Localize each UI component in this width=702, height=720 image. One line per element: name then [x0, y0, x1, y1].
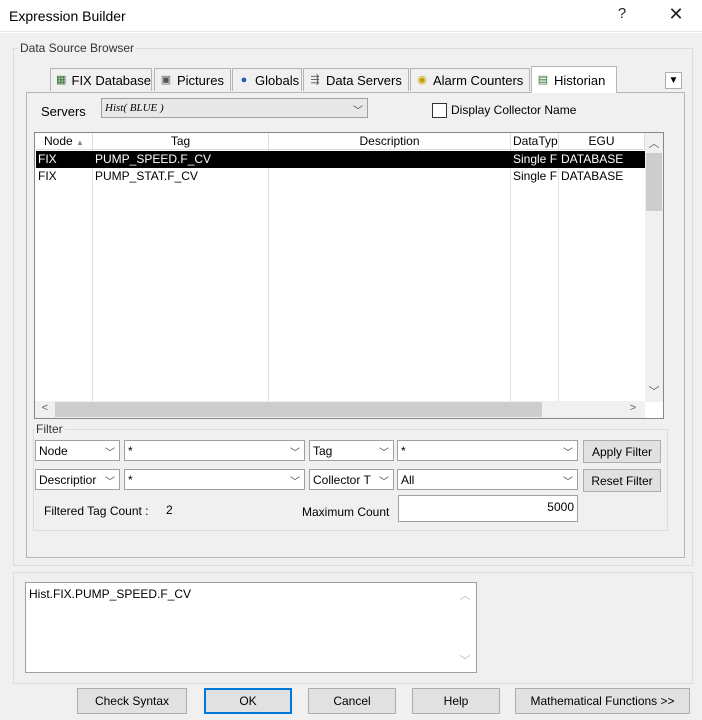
globe-icon: ●: [240, 74, 248, 86]
check-syntax-button[interactable]: Check Syntax: [77, 688, 187, 714]
column-divider: [558, 150, 559, 402]
scroll-down-icon[interactable]: ﹀: [457, 652, 473, 668]
column-header-description[interactable]: Description: [269, 133, 511, 150]
max-count-input[interactable]: 5000: [398, 495, 578, 522]
tab-label: FIX Database: [71, 72, 152, 88]
data-source-browser-label: Data Source Browser: [18, 41, 137, 55]
tab-data-servers[interactable]: ⇶ Data Servers: [303, 68, 409, 91]
tab-historian[interactable]: ▤ Historian: [531, 66, 617, 93]
column-divider: [510, 150, 511, 402]
monitor-icon: ▣: [160, 74, 172, 86]
chevron-down-icon: ﹀: [290, 477, 300, 488]
filtered-count-label: Filtered Tag Count :: [44, 504, 149, 518]
cell-egu: DATABASE: [561, 169, 624, 183]
table-row[interactable]: FIX PUMP_STAT.F_CV Single F DATABASE: [36, 168, 645, 185]
scroll-up-icon[interactable]: ︿: [457, 587, 473, 603]
alarm-counter-icon: ◉: [417, 74, 427, 86]
cell-egu: DATABASE: [561, 152, 624, 166]
filter-field1-value[interactable]: * ﹀: [124, 440, 305, 461]
filter-label: Filter: [34, 422, 65, 436]
max-count-label: Maximum Count: [302, 505, 390, 519]
column-header-node[interactable]: Node ▲: [36, 133, 93, 150]
cell-datatype: Single F: [513, 169, 558, 183]
cell-node: FIX: [38, 152, 57, 166]
tab-label: Alarm Counters: [433, 72, 524, 88]
chevron-down-icon: ﹀: [105, 448, 115, 459]
help-icon[interactable]: ?: [612, 5, 632, 22]
tab-label: Globals: [255, 72, 300, 88]
sort-ascending-icon: ▲: [76, 138, 84, 147]
tab-fix-database[interactable]: ▦ FIX Database: [50, 68, 152, 91]
filter-field3-dropdown[interactable]: Descriptior ﹀: [35, 469, 120, 490]
close-icon[interactable]: ✕: [664, 4, 688, 25]
filter-field1-dropdown[interactable]: Node ﹀: [35, 440, 120, 461]
tab-label: Data Servers: [326, 72, 402, 88]
database-icon: ▦: [56, 74, 67, 86]
scroll-right-icon[interactable]: >: [625, 402, 641, 414]
column-header-egu[interactable]: EGU: [559, 133, 645, 150]
help-button[interactable]: Help: [412, 688, 500, 714]
chevron-down-icon: ﹀: [379, 448, 389, 459]
filter-field3-value[interactable]: * ﹀: [124, 469, 305, 490]
cell-tag: PUMP_SPEED.F_CV: [95, 152, 212, 166]
expression-textarea[interactable]: Hist.FIX.PUMP_SPEED.F_CV ︿ ﹀: [25, 582, 477, 673]
cell-datatype: Single F: [513, 152, 558, 166]
filter-field2-dropdown[interactable]: Tag ﹀: [309, 440, 394, 461]
window-title: Expression Builder: [9, 8, 126, 24]
scroll-up-icon[interactable]: ︿: [646, 135, 662, 151]
apply-filter-button[interactable]: Apply Filter: [583, 440, 661, 463]
tab-label: Pictures: [177, 72, 224, 88]
column-divider: [92, 150, 93, 402]
chevron-down-icon: ﹀: [105, 477, 115, 488]
reset-filter-button[interactable]: Reset Filter: [583, 469, 661, 492]
horizontal-scroll-thumb[interactable]: [55, 402, 542, 417]
expression-value: Hist.FIX.PUMP_SPEED.F_CV: [29, 587, 192, 601]
filter-field4-dropdown[interactable]: Collector T ﹀: [309, 469, 394, 490]
historian-icon: ▤: [537, 74, 549, 86]
tab-label: Historian: [554, 72, 606, 88]
cell-node: FIX: [38, 169, 57, 183]
horizontal-scrollbar[interactable]: < >: [35, 401, 645, 418]
data-server-icon: ⇶: [310, 74, 320, 86]
servers-value: Hist( BLUE ): [105, 102, 164, 114]
vertical-scroll-thumb[interactable]: [646, 153, 662, 211]
table-row[interactable]: FIX PUMP_SPEED.F_CV Single F DATABASE: [36, 151, 645, 168]
overflow-menu-icon[interactable]: ▼: [665, 72, 682, 89]
title-bar: Expression Builder ? ✕: [0, 0, 702, 32]
chevron-down-icon: ﹀: [290, 448, 300, 459]
ok-button[interactable]: OK: [204, 688, 292, 714]
column-header-tag[interactable]: Tag: [93, 133, 269, 150]
tab-alarm-counters[interactable]: ◉ Alarm Counters: [410, 68, 530, 91]
chevron-down-icon: ﹀: [563, 477, 573, 488]
servers-dropdown[interactable]: Hist( BLUE ) ﹀: [101, 98, 368, 118]
filtered-count-value: 2: [166, 503, 173, 517]
display-collector-checkbox[interactable]: [432, 103, 447, 118]
tab-pictures[interactable]: ▣ Pictures: [154, 68, 231, 91]
chevron-down-icon: ﹀: [353, 106, 363, 117]
tab-globals[interactable]: ● Globals: [232, 68, 302, 91]
filter-field4-value[interactable]: All ﹀: [397, 469, 578, 490]
servers-label: Servers: [41, 104, 86, 119]
vertical-scrollbar[interactable]: ︿ ﹀: [645, 133, 663, 402]
filter-field2-value[interactable]: * ﹀: [397, 440, 578, 461]
chevron-down-icon: ﹀: [379, 477, 389, 488]
tag-list[interactable]: Node ▲ Tag Description DataTyp EGU FIX P…: [34, 132, 664, 419]
column-divider: [268, 150, 269, 402]
scroll-left-icon[interactable]: <: [37, 402, 53, 414]
cancel-button[interactable]: Cancel: [308, 688, 396, 714]
chevron-down-icon: ﹀: [563, 448, 573, 459]
cell-tag: PUMP_STAT.F_CV: [95, 169, 198, 183]
scroll-down-icon[interactable]: ﹀: [646, 383, 662, 399]
column-header-datatype[interactable]: DataTyp: [511, 133, 559, 150]
math-functions-button[interactable]: Mathematical Functions >>: [515, 688, 690, 714]
display-collector-label: Display Collector Name: [451, 103, 577, 117]
